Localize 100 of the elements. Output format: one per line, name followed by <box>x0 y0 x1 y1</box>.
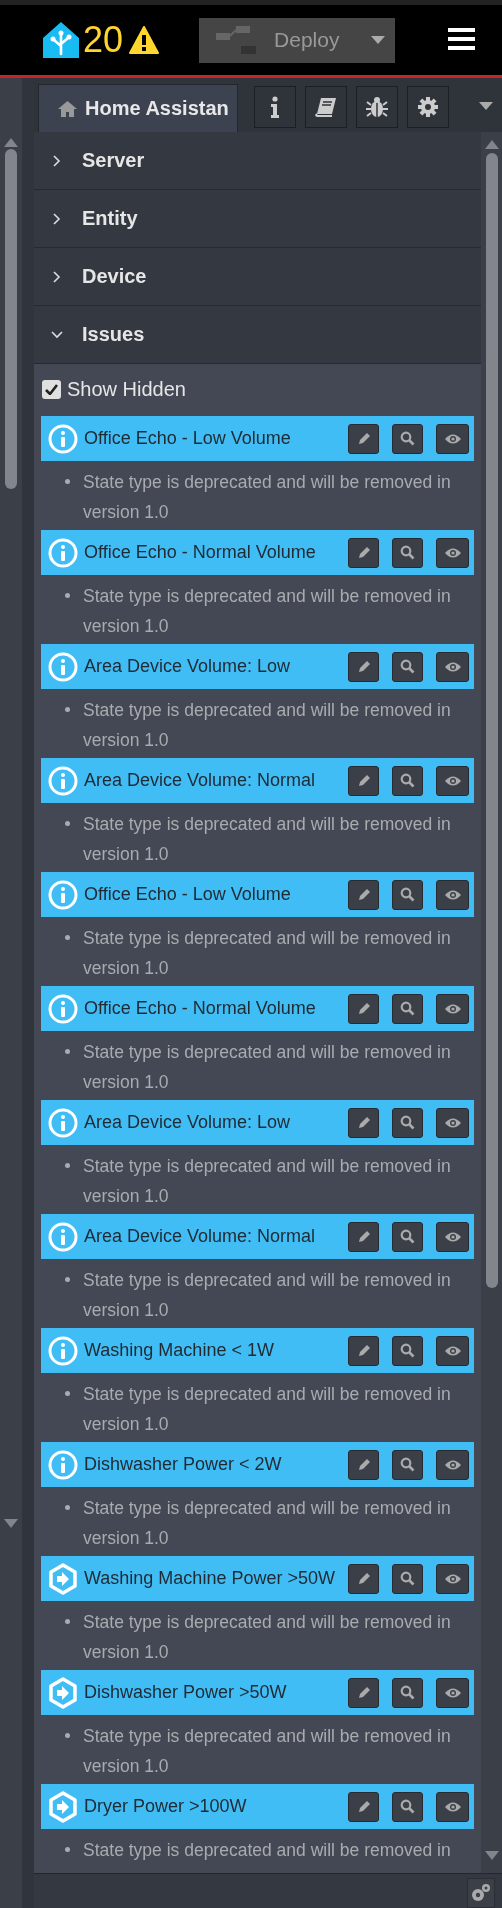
search-icon <box>400 773 415 788</box>
edit-button[interactable] <box>348 993 379 1024</box>
hide-button[interactable] <box>436 423 469 454</box>
hide-button[interactable] <box>436 1449 469 1480</box>
search-button[interactable] <box>392 993 423 1024</box>
edit-button[interactable] <box>348 1449 379 1480</box>
pencil-icon <box>356 1799 371 1814</box>
hide-button[interactable] <box>436 1677 469 1708</box>
issue-message: State type is deprecated and will be removed in version 1.0 <box>83 1611 452 1664</box>
issue-message: State type is deprecated and will be removed in version 1.0 <box>83 699 452 752</box>
search-button[interactable] <box>392 1335 423 1366</box>
pencil-icon <box>356 1571 371 1586</box>
hide-button[interactable] <box>436 537 469 568</box>
hide-button[interactable] <box>436 1791 469 1822</box>
edit-button[interactable] <box>348 879 379 910</box>
eye-icon <box>443 1800 462 1813</box>
pencil-icon <box>356 1115 371 1130</box>
arrow-hexagon-icon <box>48 1676 78 1709</box>
notification-count: 20 <box>83 22 124 58</box>
search-button[interactable] <box>392 1791 423 1822</box>
search-icon <box>400 1115 415 1130</box>
search-icon <box>400 887 415 902</box>
info-icon <box>48 1335 78 1366</box>
edit-button[interactable] <box>348 765 379 796</box>
hide-button[interactable] <box>436 765 469 796</box>
edit-button[interactable] <box>348 1563 379 1594</box>
eye-icon <box>443 1116 462 1129</box>
search-button[interactable] <box>392 1563 423 1594</box>
search-icon <box>400 1457 415 1472</box>
search-button[interactable] <box>392 1449 423 1480</box>
eye-icon <box>443 546 462 559</box>
deploy-icon <box>216 26 257 54</box>
pencil-icon <box>356 1229 371 1244</box>
eye-icon <box>443 1344 462 1357</box>
hide-button[interactable] <box>436 1563 469 1594</box>
search-button[interactable] <box>392 651 423 682</box>
issue-message: State type is deprecated and will be removed in version 1.0 <box>83 927 452 980</box>
edit-button[interactable] <box>348 651 379 682</box>
info-icon <box>48 1107 78 1138</box>
edit-button[interactable] <box>348 1107 379 1138</box>
pencil-icon <box>356 887 371 902</box>
bullet-icon <box>65 1619 70 1624</box>
hide-button[interactable] <box>436 1221 469 1252</box>
edit-button[interactable] <box>348 1677 379 1708</box>
issue-title: Office Echo - Normal Volume <box>84 542 317 563</box>
bullet-icon <box>65 935 70 940</box>
edit-button[interactable] <box>348 1221 379 1252</box>
home-assistant-tab[interactable]: Home Assistan <box>38 84 238 132</box>
search-button[interactable] <box>392 537 423 568</box>
search-button[interactable] <box>392 1107 423 1138</box>
show-hidden-label: Show Hidden <box>67 377 186 401</box>
caret-icon <box>371 36 386 44</box>
search-icon <box>400 1799 415 1814</box>
search-button[interactable] <box>392 879 423 910</box>
issue-message: State type is deprecated and will be removed in <box>83 1839 452 1862</box>
info-icon <box>270 96 280 118</box>
hide-button[interactable] <box>436 1107 469 1138</box>
bullet-icon <box>65 479 70 484</box>
settings-button[interactable] <box>407 86 449 128</box>
bug-button[interactable] <box>356 86 398 128</box>
home-icon <box>58 100 77 117</box>
hide-button[interactable] <box>436 1335 469 1366</box>
info-icon <box>48 1221 78 1252</box>
bullet-icon <box>65 1391 70 1396</box>
eye-icon <box>443 1458 462 1471</box>
edit-button[interactable] <box>348 1335 379 1366</box>
pencil-icon <box>356 1343 371 1358</box>
show-hidden-checkbox[interactable] <box>42 379 61 399</box>
search-button[interactable] <box>392 1221 423 1252</box>
pencil-icon <box>356 431 371 446</box>
bullet-icon <box>65 1277 70 1282</box>
arrow-hexagon-icon <box>48 1562 78 1595</box>
pencil-icon <box>356 545 371 560</box>
edit-button[interactable] <box>348 1791 379 1822</box>
search-button[interactable] <box>392 765 423 796</box>
menu-button[interactable] <box>448 27 475 53</box>
hide-button[interactable] <box>436 651 469 682</box>
book-button[interactable] <box>305 86 347 128</box>
settings-button[interactable] <box>467 1878 495 1908</box>
bullet-icon <box>65 821 70 826</box>
info-icon <box>48 1449 78 1480</box>
edit-button[interactable] <box>348 537 379 568</box>
issue-title: Washing Machine Power >50W <box>84 1568 335 1589</box>
search-button[interactable] <box>392 423 423 454</box>
caret-icon <box>479 102 493 110</box>
search-button[interactable] <box>392 1677 423 1708</box>
issue-message: State type is deprecated and will be removed in version 1.0 <box>83 1725 452 1778</box>
issue-message: State type is deprecated and will be removed in version 1.0 <box>83 1383 452 1436</box>
eye-icon <box>443 774 462 787</box>
book-icon <box>315 97 337 117</box>
info-icon <box>48 423 78 454</box>
eye-icon <box>443 1686 462 1699</box>
hide-button[interactable] <box>436 879 469 910</box>
eye-icon <box>443 660 462 673</box>
hide-button[interactable] <box>436 993 469 1024</box>
gears-icon <box>470 1882 492 1904</box>
issue-title: Area Device Volume: Low <box>84 656 292 677</box>
info-button[interactable] <box>254 86 296 128</box>
pencil-icon <box>356 659 371 674</box>
edit-button[interactable] <box>348 423 379 454</box>
